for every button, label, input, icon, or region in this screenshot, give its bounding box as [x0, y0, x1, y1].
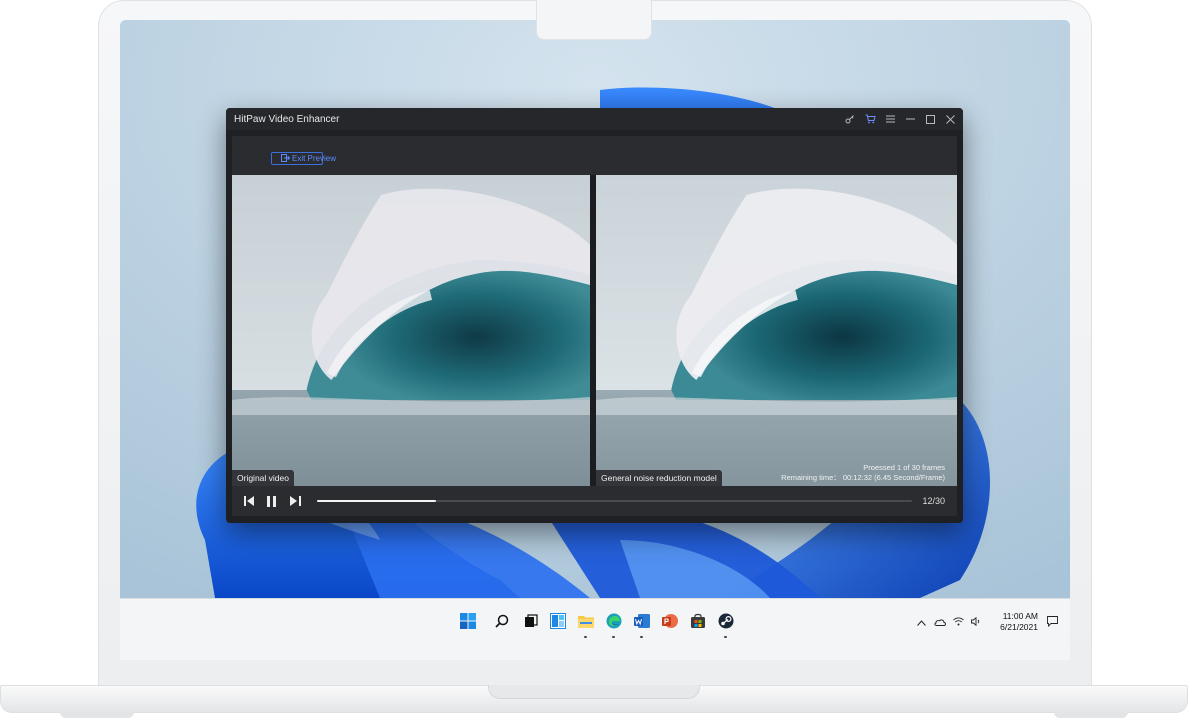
remaining-time-text: Remaining time： 00:12:32 (6.45 Second/Fr… [781, 473, 945, 482]
maximize-icon[interactable] [923, 112, 937, 126]
app-title: HitPaw Video Enhancer [234, 113, 340, 125]
menu-icon[interactable] [883, 112, 897, 126]
laptop-camera-notch [536, 0, 652, 40]
running-indicator [612, 636, 615, 638]
clock-date: 6/21/2021 [1000, 622, 1038, 632]
wifi-icon[interactable] [953, 613, 964, 631]
wave-image-original [232, 175, 590, 486]
windows-start-icon[interactable] [458, 611, 478, 631]
next-frame-icon[interactable] [288, 494, 302, 508]
playback-progress-fill [317, 500, 436, 502]
file-explorer-icon[interactable] [576, 611, 596, 631]
onedrive-icon[interactable] [934, 613, 946, 631]
close-icon[interactable] [943, 112, 957, 126]
widgets-icon[interactable] [548, 611, 568, 631]
wave-image-enhanced [596, 175, 957, 486]
preview-panel: Exit Preview Original video General nois… [232, 136, 957, 516]
system-tray [917, 613, 982, 631]
running-indicator [640, 636, 643, 638]
exit-preview-label: Exit Preview [292, 154, 337, 163]
pause-icon[interactable] [265, 494, 279, 508]
notification-icon[interactable] [1042, 611, 1062, 631]
window-controls [843, 112, 957, 126]
chevron-up-icon[interactable] [917, 613, 926, 631]
minimize-icon[interactable] [903, 112, 917, 126]
system-clock[interactable]: 11:00 AM 6/21/2021 [990, 611, 1038, 633]
original-video-label: Original video [232, 470, 294, 486]
hitpaw-app-window: HitPaw Video Enhancer Exit Preview Origi… [226, 108, 963, 523]
playback-progress-slider[interactable] [317, 500, 912, 502]
playback-controls: 12/30 [232, 486, 957, 516]
running-indicator [724, 636, 727, 638]
task-view-icon[interactable] [521, 611, 541, 631]
volume-icon[interactable] [971, 613, 982, 631]
title-bar: HitPaw Video Enhancer [226, 108, 963, 130]
processing-status: Proessed 1 of 30 frames Remaining time： … [781, 463, 945, 483]
cart-icon[interactable] [863, 112, 877, 126]
frame-counter: 12/30 [922, 496, 945, 506]
previous-frame-icon[interactable] [242, 494, 256, 508]
key-icon[interactable] [843, 112, 857, 126]
exit-preview-button[interactable]: Exit Preview [271, 152, 336, 165]
clock-time: 11:00 AM [1002, 611, 1038, 621]
model-label: General noise reduction model [596, 470, 722, 486]
word-icon[interactable] [632, 611, 652, 631]
store-icon[interactable] [688, 611, 708, 631]
search-icon[interactable] [492, 611, 512, 631]
powerpoint-icon[interactable] [660, 611, 680, 631]
running-indicator [584, 636, 587, 638]
windows-taskbar: 11:00 AM 6/21/2021 [120, 598, 1070, 660]
laptop-foot-right [1054, 712, 1128, 718]
desktop-screen: HitPaw Video Enhancer Exit Preview Origi… [120, 20, 1070, 660]
edge-icon[interactable] [604, 611, 624, 631]
laptop-opening-groove [488, 685, 700, 699]
original-video-pane: Original video [232, 175, 590, 486]
laptop-foot-left [60, 712, 134, 718]
steam-icon[interactable] [716, 611, 736, 631]
exit-icon [281, 153, 291, 164]
enhanced-video-pane: General noise reduction model Proessed 1… [596, 175, 957, 486]
processed-frames-text: Proessed 1 of 30 frames [863, 463, 945, 472]
